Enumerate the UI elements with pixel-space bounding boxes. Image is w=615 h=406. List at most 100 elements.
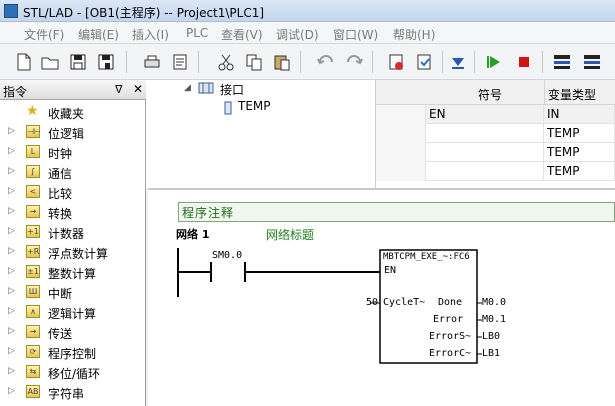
tree-item-label: 移位/循环 xyxy=(48,367,101,381)
preview-icon[interactable] xyxy=(170,52,190,72)
ladder-editor: 程序注释 网络 1 网络标题 SM0.0 MBTCPM_EXE_~:FC6 EN… xyxy=(148,188,615,406)
instruction-folder-icon: ⟳ xyxy=(26,345,40,358)
instruction-folder-icon: → xyxy=(26,325,40,338)
menu-window[interactable]: 窗口(W) xyxy=(333,26,378,43)
symbol-cell[interactable] xyxy=(426,162,544,181)
var-type-cell[interactable]: TEMP xyxy=(544,124,615,143)
menu-edit[interactable]: 编辑(E) xyxy=(78,26,119,43)
menu-file[interactable]: 文件(F) xyxy=(24,26,64,43)
symbol-cell[interactable]: EN xyxy=(426,105,544,124)
instruction-folder-icon: L xyxy=(26,145,40,158)
contact-address[interactable]: SM0.0 xyxy=(212,250,242,261)
tree-item[interactable]: ▷ < 比较 xyxy=(0,182,146,202)
compile-icon[interactable] xyxy=(386,52,406,72)
menu-insert[interactable]: 插入(I) xyxy=(132,26,169,43)
redo-icon[interactable] xyxy=(344,52,364,72)
panel-header: 指令 ᐁ ✕ xyxy=(0,80,146,100)
pin-icon[interactable]: ᐁ xyxy=(115,83,123,96)
expand-arrow-icon[interactable]: ▷ xyxy=(8,266,15,276)
new-file-icon[interactable] xyxy=(14,52,34,72)
tree-item[interactable]: ▷ +1 计数器 xyxy=(0,222,146,242)
expand-arrow-icon[interactable]: ▷ xyxy=(8,166,15,176)
paste-icon[interactable] xyxy=(272,52,292,72)
expand-arrow-icon[interactable]: ▷ xyxy=(8,326,15,336)
tree-item[interactable]: ★ 收藏夹 xyxy=(0,102,146,122)
print-icon[interactable] xyxy=(142,52,162,72)
app-logo-icon xyxy=(4,4,18,18)
instruction-folder-icon: ⇆ xyxy=(26,365,40,378)
tree-item[interactable]: ▷ L 时钟 xyxy=(0,142,146,162)
tree-item-label: 中断 xyxy=(48,287,73,301)
interface-child-label[interactable]: TEMP xyxy=(238,99,271,113)
var-type-cell[interactable]: TEMP xyxy=(544,162,615,181)
done-value[interactable]: M0.0 xyxy=(482,297,506,308)
tree-item[interactable]: ▷ ⇆ 移位/循环 xyxy=(0,362,146,382)
tree-item[interactable]: ▷ Ш 中断 xyxy=(0,282,146,302)
save-icon[interactable] xyxy=(68,52,88,72)
tree-item[interactable]: ▷ ∧ 逻辑计算 xyxy=(0,302,146,322)
expand-arrow-icon[interactable]: ▷ xyxy=(8,186,15,196)
done-pin: Done xyxy=(438,297,463,308)
ladder-diagram xyxy=(177,248,482,364)
interface-root-label[interactable]: 接口 xyxy=(220,81,244,98)
run-icon[interactable] xyxy=(484,52,504,72)
tree-item-label: 程序控制 xyxy=(48,347,97,361)
status-table-icon[interactable] xyxy=(582,52,602,72)
menu-view[interactable]: 查看(V) xyxy=(221,26,263,43)
menu-debug[interactable]: 调试(D) xyxy=(276,26,319,43)
menu-plc[interactable]: PLC xyxy=(186,26,208,40)
expand-arrow-icon[interactable]: ▷ xyxy=(8,226,15,236)
column-symbol[interactable]: 符号 xyxy=(478,86,502,103)
favorites-star-icon: ★ xyxy=(26,103,39,119)
expand-arrow-icon[interactable]: ▷ xyxy=(8,366,15,376)
column-var-type[interactable]: 变量类型 xyxy=(548,86,596,103)
stop-icon[interactable] xyxy=(514,52,534,72)
tree-item[interactable]: ▷ AB 字符串 xyxy=(0,382,146,402)
expand-arrow-icon[interactable]: ▷ xyxy=(8,346,15,356)
expand-arrow-icon[interactable]: ▷ xyxy=(8,206,15,216)
menu-help[interactable]: 帮助(H) xyxy=(393,26,435,43)
save-all-icon[interactable] xyxy=(96,52,116,72)
instruction-folder-icon: ʃ xyxy=(26,165,40,178)
tree-item[interactable]: ▷ ⊣⊢ 位逻辑 xyxy=(0,122,146,142)
tree-item[interactable]: ▷ ⟳ 程序控制 xyxy=(0,342,146,362)
instruction-folder-icon: +R xyxy=(26,245,40,258)
undo-icon[interactable] xyxy=(316,52,336,72)
expand-arrow-icon[interactable]: ▷ xyxy=(8,386,15,396)
block-en-pin: EN xyxy=(384,265,397,276)
var-type-cell[interactable]: IN xyxy=(544,105,615,124)
download-icon[interactable] xyxy=(448,52,468,72)
menu-bar: 文件(F) 编辑(E) 插入(I) PLC 查看(V) 调试(D) 窗口(W) … xyxy=(0,22,615,44)
cut-icon[interactable] xyxy=(216,52,236,72)
error-value[interactable]: M0.1 xyxy=(482,314,506,325)
cyclet-value[interactable]: 50 xyxy=(366,297,378,308)
open-folder-icon[interactable] xyxy=(40,52,60,72)
tree-item[interactable]: ▷ ±1 整数计算 xyxy=(0,262,146,282)
expand-arrow-icon[interactable]: ▷ xyxy=(8,146,15,156)
tree-item-label: 收藏夹 xyxy=(48,107,85,121)
interface-icon xyxy=(198,82,214,94)
tree-item[interactable]: ▷ → 转换 xyxy=(0,202,146,222)
symbol-cell[interactable] xyxy=(426,143,544,162)
expand-arrow-icon[interactable]: ▷ xyxy=(8,246,15,256)
expand-arrow-icon[interactable]: ▷ xyxy=(8,306,15,316)
tree-item-label: 逻辑计算 xyxy=(48,307,97,321)
panel-title: 指令 xyxy=(3,85,28,99)
check-icon[interactable] xyxy=(414,52,434,72)
errors-value[interactable]: LB0 xyxy=(482,331,500,342)
window-title: STL/LAD - [OB1(主程序) -- Project1\PLC1] xyxy=(23,6,265,20)
tree-item[interactable]: ▷ +R 浮点数计算 xyxy=(0,242,146,262)
close-icon[interactable]: ✕ xyxy=(133,82,143,96)
expand-arrow-icon[interactable]: ▷ xyxy=(8,126,15,136)
tree-item[interactable]: ▷ ʃ 通信 xyxy=(0,162,146,182)
symbol-cell[interactable] xyxy=(426,124,544,143)
block-name[interactable]: MBTCPM_EXE_~:FC6 xyxy=(383,252,470,262)
expand-arrow-icon[interactable]: ▷ xyxy=(8,286,15,296)
tree-item[interactable]: ▷ → 传送 xyxy=(0,322,146,342)
monitor-icon[interactable] xyxy=(552,52,572,72)
app-window: STL/LAD - [OB1(主程序) -- Project1\PLC1] 文件… xyxy=(0,0,615,406)
var-type-cell[interactable]: TEMP xyxy=(544,143,615,162)
copy-icon[interactable] xyxy=(244,52,264,72)
expand-arrow-icon[interactable]: ◢ xyxy=(184,83,191,93)
errorc-value[interactable]: LB1 xyxy=(482,348,500,359)
